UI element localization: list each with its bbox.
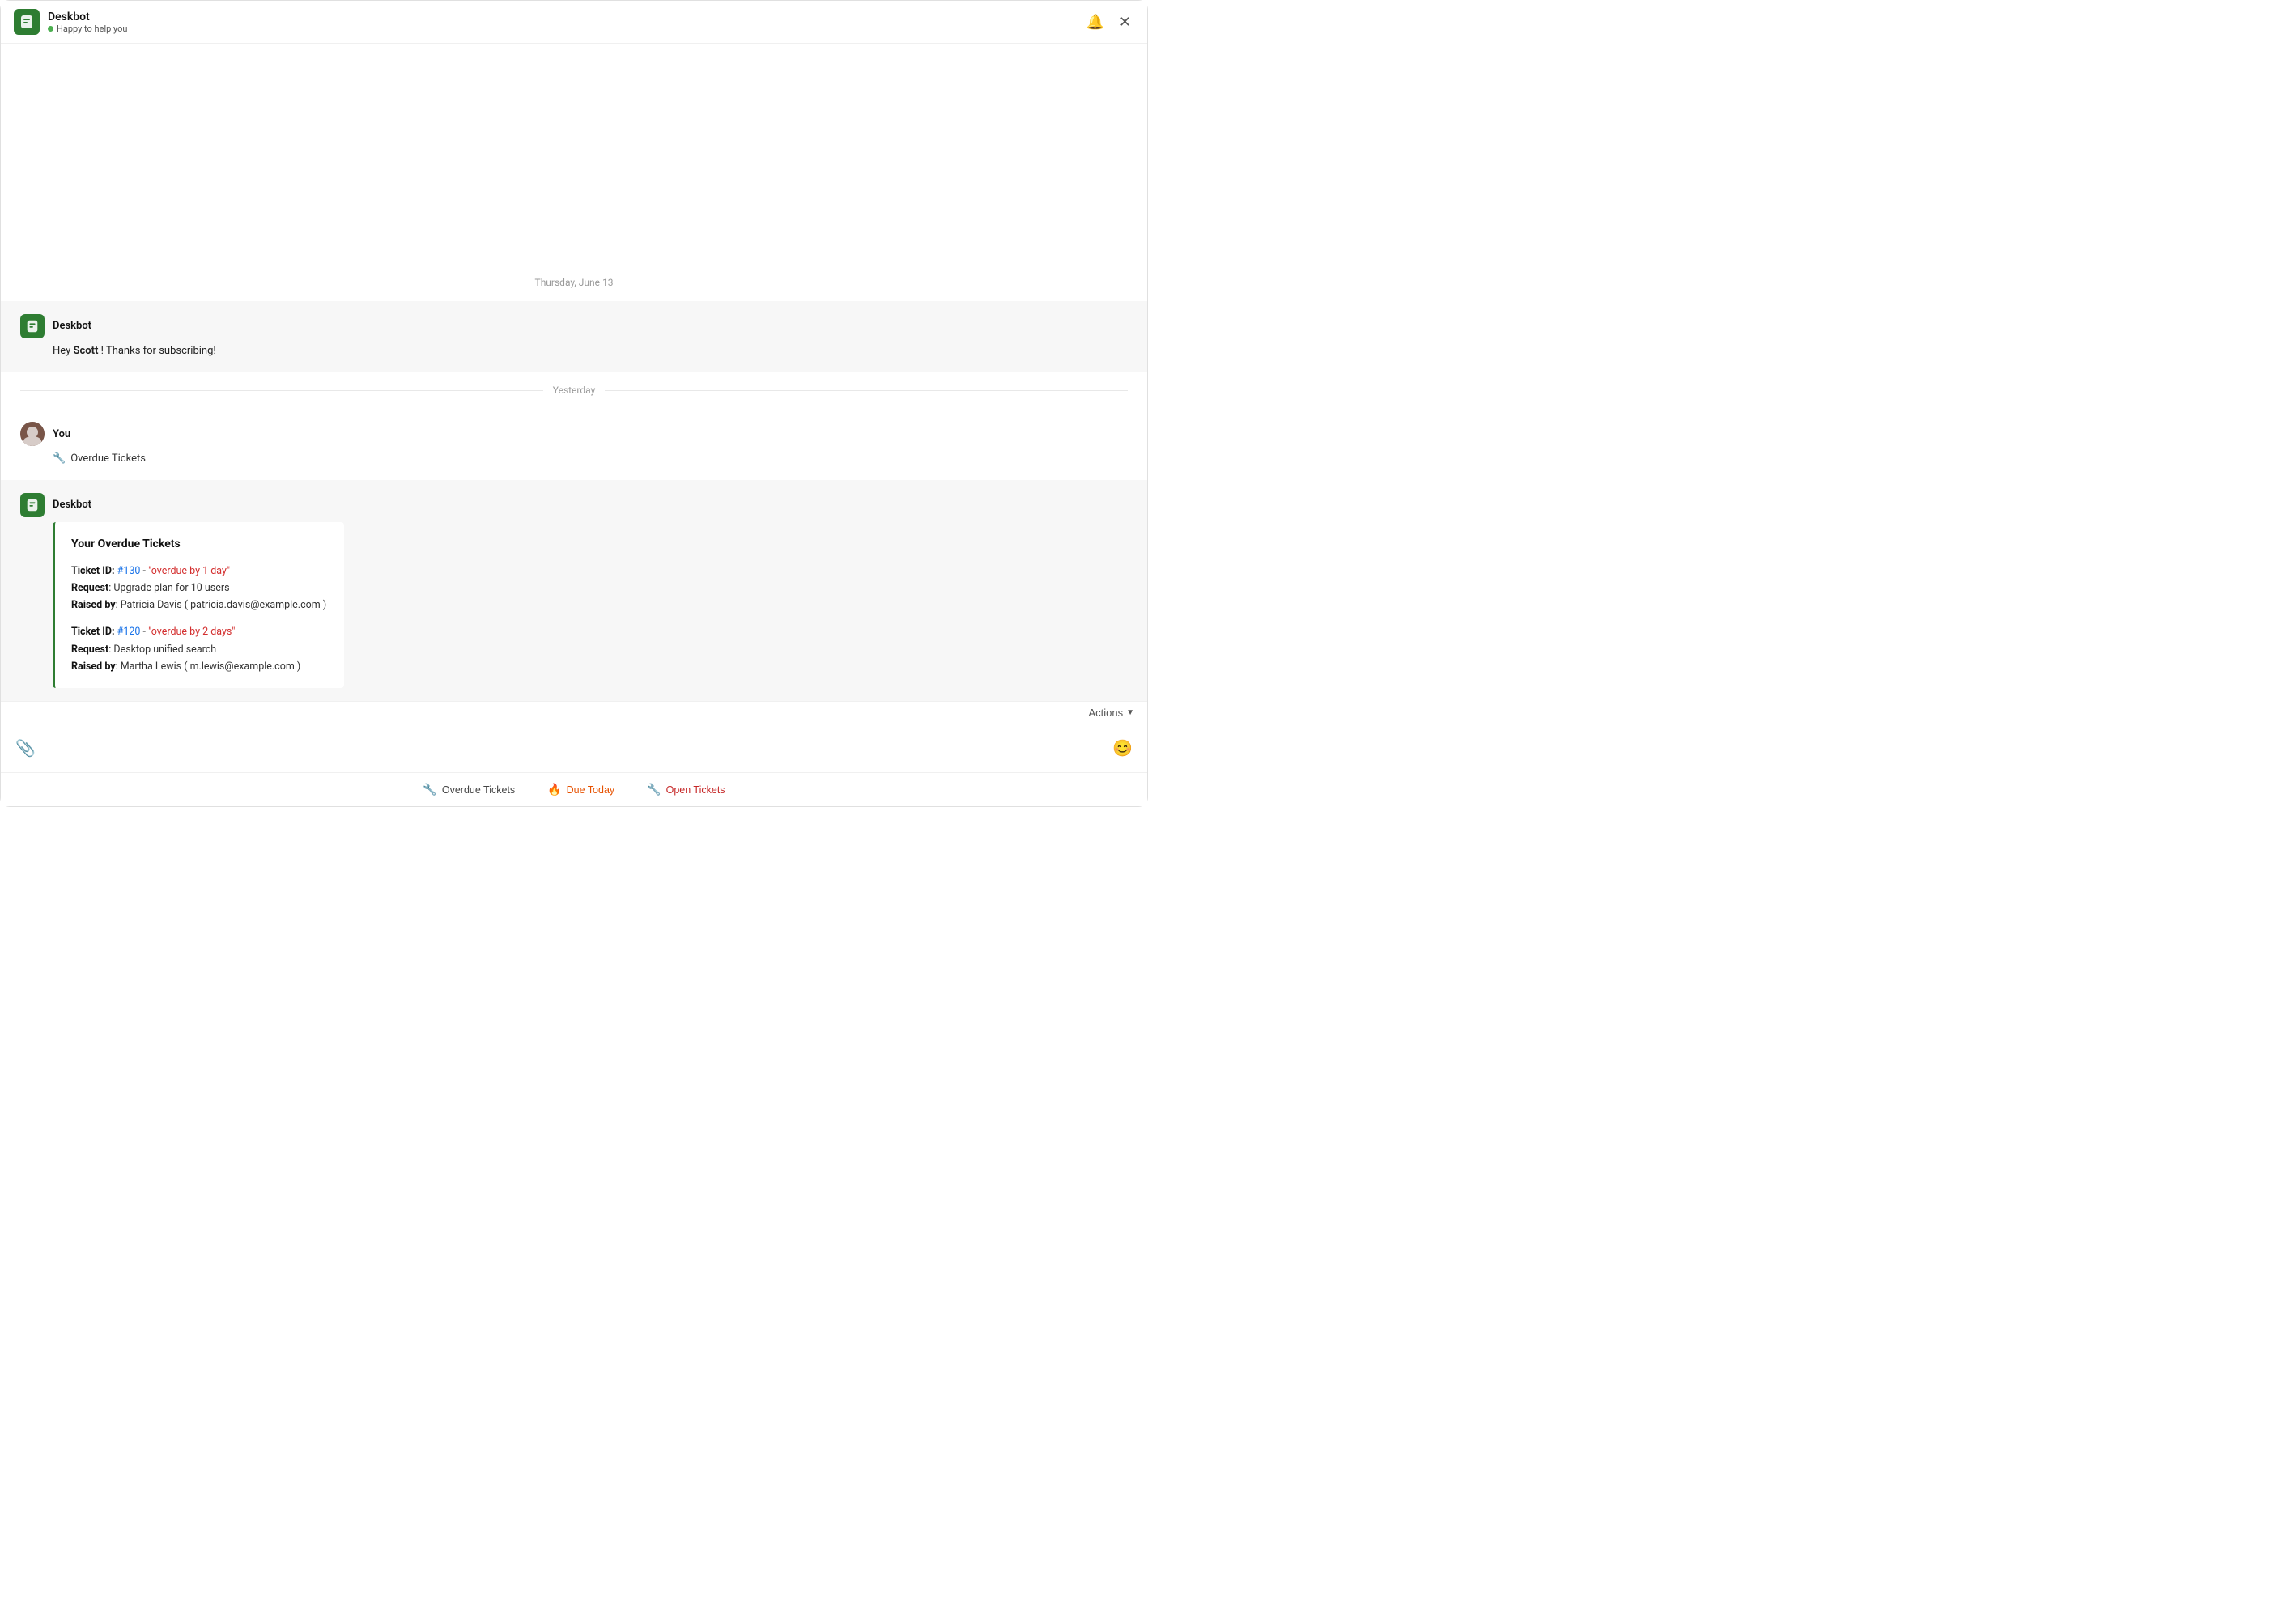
ticket-2-raised-row: Raised by: Martha Lewis ( m.lewis@exampl… [71,658,328,675]
ticket-1-id-link[interactable]: #130 [117,565,141,577]
shortcut-overdue-icon: 🔧 [423,783,436,796]
actions-chevron-icon: ▼ [1126,708,1134,717]
date-divider-label: Thursday, June 13 [525,277,623,288]
header-subtitle: Happy to help you [48,23,127,34]
greeting-text-name: Scott [73,345,98,357]
ticket-1-id-label: Ticket ID: [71,565,117,577]
bot-sender-name: Deskbot [53,320,91,332]
shortcut-overdue-label: Overdue Tickets [442,784,515,796]
ticket-2-raised-label: Raised by [71,660,116,673]
ticket-2-raised-value: Martha Lewis ( m.lewis@example.com ) [121,660,301,673]
user-message-icon: 🔧 [53,451,66,467]
header-subtitle-text: Happy to help you [57,23,127,34]
input-area: 📎 😊 [1,724,1147,772]
shortcut-due-today-icon: 🔥 [547,783,561,796]
ticket-2-id-link[interactable]: #120 [117,626,141,638]
ticket-2-overdue: "overdue by 2 days" [148,626,235,638]
ticket-1-overdue: "overdue by 1 day" [148,565,230,577]
header-title-block: Deskbot Happy to help you [48,11,127,34]
ticket-2-id-row: Ticket ID: #120 - "overdue by 2 days" [71,623,328,640]
ticket-1-raised-label: Raised by [71,599,116,611]
ticket-2-sep: - [140,626,148,638]
ticket-entry-1: Ticket ID: #130 - "overdue by 1 day" Req… [71,563,328,614]
bot-greeting-message: Deskbot Hey Scott ! Thanks for subscribi… [1,301,1147,372]
ticket-2-request-value: Desktop unified search [113,643,216,656]
header-title: Deskbot [48,11,127,23]
user-sender-row: You [20,422,1128,446]
ticket-card: Your Overdue Tickets Ticket ID: #130 - "… [53,522,344,688]
bot-avatar-2 [20,493,45,517]
user-message-icon-text: 🔧 Overdue Tickets [53,451,1128,467]
online-indicator [48,26,53,32]
bot-greeting-body: Hey Scott ! Thanks for subscribing! [53,343,1128,359]
user-sender-name: You [53,428,70,440]
chat-header: Deskbot Happy to help you 🔔 ✕ [1,1,1147,44]
user-avatar [20,422,45,446]
ticket-1-request-value: Upgrade plan for 10 users [113,582,229,594]
ticket-1-request-row: Request: Upgrade plan for 10 users [71,580,328,597]
header-action-buttons: 🔔 ✕ [1082,11,1134,32]
actions-button[interactable]: Actions ▼ [1088,707,1134,719]
header-brand: Deskbot Happy to help you [14,9,127,35]
shortcut-due-today[interactable]: 🔥 Due Today [547,783,614,796]
bot-sender-name-2: Deskbot [53,499,91,511]
ticket-2-id-label: Ticket ID: [71,626,117,638]
close-button[interactable]: ✕ [1116,11,1134,32]
shortcut-due-today-label: Due Today [567,784,615,796]
message-input[interactable] [47,734,1101,763]
shortcut-overdue-tickets[interactable]: 🔧 Overdue Tickets [423,783,515,796]
ticket-2-request-row: Request: Desktop unified search [71,641,328,658]
divider-line-left-2 [20,390,543,391]
notification-button[interactable]: 🔔 [1082,11,1107,32]
bottom-shortcuts: 🔧 Overdue Tickets 🔥 Due Today 🔧 Open Tic… [1,772,1147,806]
shortcut-open-label: Open Tickets [666,784,725,796]
bot-ticket-message: Deskbot Your Overdue Tickets Ticket ID: … [1,480,1147,701]
ticket-card-title: Your Overdue Tickets [71,535,328,554]
actions-label: Actions [1088,707,1123,719]
bot-sender-row: Deskbot [20,314,1128,338]
chat-empty-space [1,44,1147,264]
chat-area: Thursday, June 13 Deskbot Hey Scott ! Th… [1,44,1147,701]
actions-row: Actions ▼ [1,701,1147,724]
bot-logo-icon [14,9,40,35]
bot-sender-row-2: Deskbot [20,493,1128,517]
user-overdue-message: You 🔧 Overdue Tickets [1,409,1147,480]
ticket-1-id-row: Ticket ID: #130 - "overdue by 1 day" [71,563,328,580]
bot-ticket-body: Your Overdue Tickets Ticket ID: #130 - "… [53,522,1128,688]
ticket-2-request-label: Request [71,643,108,656]
date-divider-yesterday: Yesterday [1,372,1147,409]
date-divider-yesterday-label: Yesterday [543,384,606,396]
user-message-body: 🔧 Overdue Tickets [53,451,1128,467]
user-message-text: Overdue Tickets [70,451,146,467]
attach-button[interactable]: 📎 [12,735,39,762]
divider-line-right-2 [605,390,1128,391]
date-divider-thursday: Thursday, June 13 [1,264,1147,301]
ticket-1-raised-value: Patricia Davis ( patricia.davis@example.… [121,599,326,611]
ticket-1-sep: - [140,565,148,577]
greeting-text-rest: ! Thanks for subscribing! [98,345,215,357]
emoji-button[interactable]: 😊 [1109,735,1136,762]
ticket-1-raised-row: Raised by: Patricia Davis ( patricia.dav… [71,597,328,614]
ticket-entry-2: Ticket ID: #120 - "overdue by 2 days" Re… [71,623,328,675]
shortcut-open-icon: 🔧 [647,783,661,796]
shortcut-open-tickets[interactable]: 🔧 Open Tickets [647,783,725,796]
bot-avatar [20,314,45,338]
ticket-1-request-label: Request [71,582,108,594]
greeting-text-hey: Hey [53,345,73,357]
